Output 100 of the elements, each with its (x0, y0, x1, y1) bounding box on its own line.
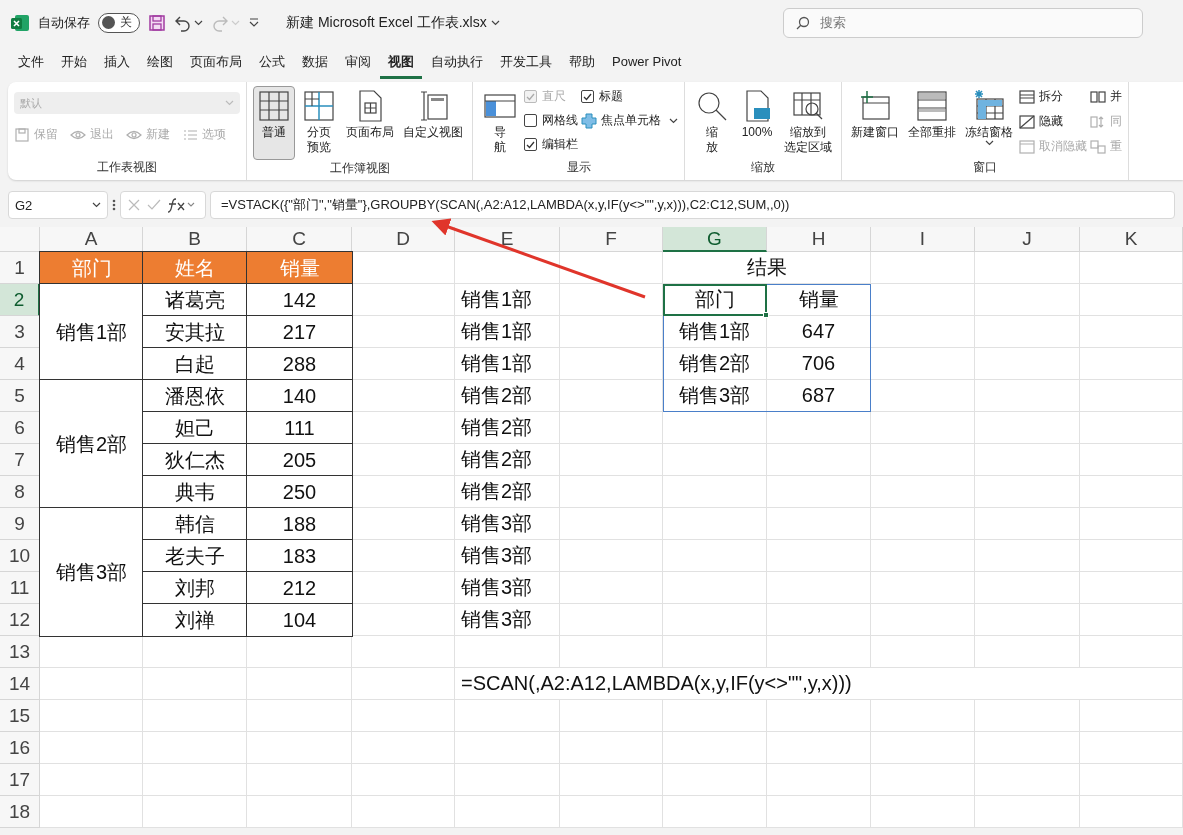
menu-tab[interactable]: 文件 (10, 46, 52, 79)
focus-cell-button[interactable]: 焦点单元格 (581, 112, 661, 129)
column-header[interactable]: C (247, 227, 352, 252)
row-header[interactable]: 16 (0, 732, 40, 764)
menu-tab[interactable]: 帮助 (561, 46, 603, 79)
caret-icon (92, 202, 101, 208)
hide-window-icon (1019, 114, 1035, 129)
row-header[interactable]: 15 (0, 700, 40, 732)
row-header[interactable]: 14 (0, 668, 40, 700)
row-header[interactable]: 10 (0, 540, 40, 572)
row-header[interactable]: 2 (0, 284, 40, 316)
row-header[interactable]: 3 (0, 316, 40, 348)
view-button[interactable]: 自定义视图 (400, 86, 466, 143)
app-logo (10, 12, 30, 33)
caret-icon (490, 19, 500, 26)
search-field[interactable]: 搜索 (783, 7, 1143, 38)
row-header[interactable]: 13 (0, 636, 40, 668)
table-cell: 销售2部 (455, 412, 560, 444)
menu-tab[interactable]: 自动执行 (423, 46, 491, 79)
view-button[interactable]: 导 航 (479, 86, 521, 158)
name-box[interactable]: G2 (8, 191, 108, 219)
column-header[interactable]: B (143, 227, 247, 252)
row-header[interactable]: 4 (0, 348, 40, 380)
checkmark-icon (526, 92, 535, 101)
table-cell: 妲己 (143, 412, 247, 444)
column-header[interactable]: K (1080, 227, 1183, 252)
view-button[interactable]: 普通 (253, 86, 295, 160)
checkbox[interactable]: 标题 (581, 88, 678, 105)
table-cell: 老夫子 (143, 540, 247, 572)
table-cell: 韩信 (143, 508, 247, 540)
view-button[interactable]: 新建窗口 (848, 86, 902, 143)
column-header[interactable]: E (455, 227, 560, 252)
menu-tab[interactable]: 视图 (380, 46, 422, 79)
row-header[interactable]: 6 (0, 412, 40, 444)
table-cell: 刘邦 (143, 572, 247, 604)
column-header[interactable]: A (40, 227, 143, 252)
menu-tab[interactable]: 插入 (96, 46, 138, 79)
row-header[interactable]: 9 (0, 508, 40, 540)
checkbox[interactable]: 编辑栏 (524, 136, 578, 153)
table-cell: 销量 (247, 252, 352, 284)
window-option-button[interactable]: 并 (1090, 88, 1122, 105)
menu-tab[interactable]: 开始 (53, 46, 95, 79)
column-header[interactable]: F (560, 227, 663, 252)
row-header[interactable]: 8 (0, 476, 40, 508)
table-cell: 销售2部 (455, 380, 560, 412)
view-button[interactable]: 100% (736, 86, 778, 143)
unhide-window-icon (1019, 139, 1035, 154)
window-option-button[interactable]: 隐藏 (1019, 113, 1087, 130)
column-header[interactable]: I (871, 227, 975, 252)
menu-tab[interactable]: 数据 (294, 46, 336, 79)
fill-handle[interactable] (763, 312, 769, 318)
file-name[interactable]: 新建 Microsoft Excel 工作表.xlsx (286, 13, 500, 32)
view-button[interactable]: 缩 放 (691, 86, 733, 158)
formula-field[interactable]: =VSTACK({"部门","销量"},GROUPBY(SCAN(,A2:A12,LAMBDA(x,y,IF(y<>"",y,x))),C2:C12,SUM,,0)) (210, 191, 1175, 219)
table-cell: 销售2部 (455, 444, 560, 476)
table-cell: 销售2部 (40, 380, 143, 508)
group-label: 显示 (566, 159, 591, 176)
group-label: 工作簿视图 (329, 160, 390, 177)
side-by-side-icon (1090, 89, 1106, 104)
autosave-toggle[interactable]: 关 (98, 12, 140, 33)
save-button[interactable] (148, 13, 166, 32)
menu-tab[interactable]: 审阅 (337, 46, 379, 79)
table-cell: 部门 (40, 252, 143, 284)
grid-icon (256, 89, 292, 123)
more-icon (112, 198, 116, 212)
menu-tab[interactable]: 页面布局 (182, 46, 250, 79)
row-header[interactable]: 12 (0, 604, 40, 636)
column-header[interactable]: J (975, 227, 1080, 252)
view-button[interactable]: 分页 预览 (298, 86, 340, 158)
row-header[interactable]: 5 (0, 380, 40, 412)
column-header[interactable]: G (663, 227, 767, 252)
autosave-label: 自动保存 (38, 13, 90, 32)
column-header[interactable]: H (767, 227, 871, 252)
insert-function-icon[interactable] (167, 197, 197, 213)
checkbox[interactable]: 网格线 (524, 112, 578, 129)
table-cell: 销售3部 (455, 540, 560, 572)
view-button[interactable]: 页面布局 (343, 86, 397, 143)
row-header[interactable]: 7 (0, 444, 40, 476)
customize-toolbar-button[interactable] (248, 16, 260, 29)
menu-tab[interactable]: 绘图 (139, 46, 181, 79)
page-break-icon (301, 89, 337, 123)
row-header[interactable]: 1 (0, 252, 40, 284)
menu-tab[interactable]: 开发工具 (492, 46, 560, 79)
menu-tab[interactable]: Power Pivot (604, 48, 690, 77)
caret-icon (194, 19, 203, 26)
view-button[interactable]: 冻结窗格 (962, 86, 1016, 149)
split-icon (1019, 89, 1035, 104)
table-cell: 销售1部 (455, 284, 560, 316)
table-cell: =SCAN(,A2:A12,LAMBDA(x,y,IF(y<>"",y,x))) (455, 668, 1183, 700)
row-header[interactable]: 17 (0, 764, 40, 796)
column-header[interactable]: D (352, 227, 455, 252)
row-header[interactable]: 11 (0, 572, 40, 604)
caret-icon (669, 117, 678, 124)
menu-tab[interactable]: 公式 (251, 46, 293, 79)
window-option-button[interactable]: 拆分 (1019, 88, 1087, 105)
row-header[interactable]: 18 (0, 796, 40, 828)
checkmark-icon (526, 140, 535, 149)
table-cell: 潘恩依 (143, 380, 247, 412)
view-button[interactable]: 缩放到 选定区域 (781, 86, 835, 158)
view-button[interactable]: 全部重排 (905, 86, 959, 143)
